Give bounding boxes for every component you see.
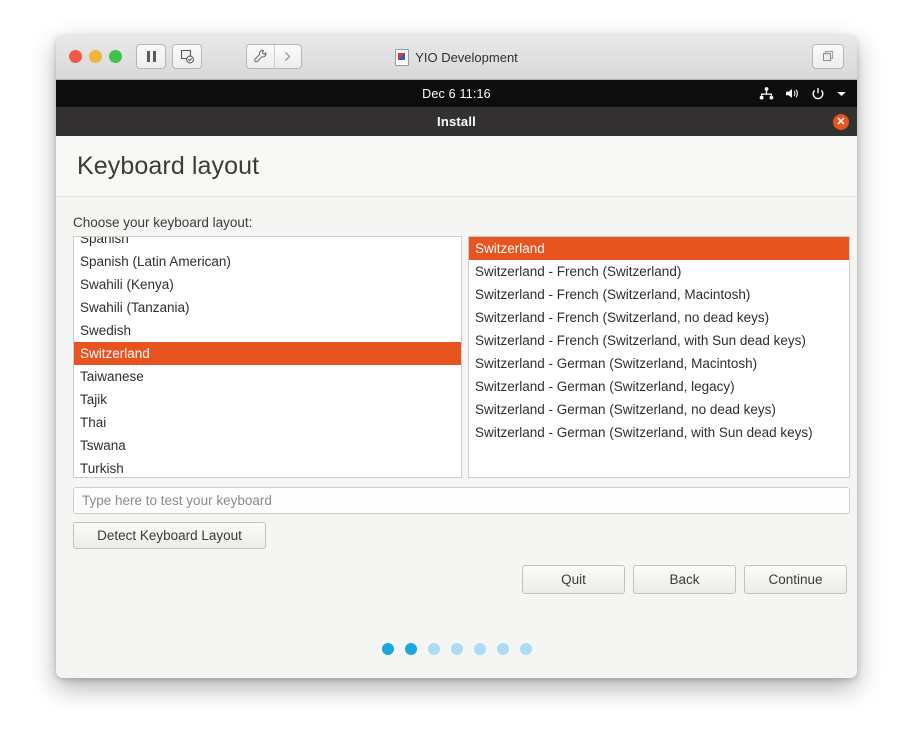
list-item[interactable]: Tajik	[74, 388, 461, 411]
list-item[interactable]: Switzerland - French (Switzerland, Macin…	[469, 283, 849, 306]
installer-body: Keyboard layout Choose your keyboard lay…	[56, 136, 857, 678]
progress-dot	[519, 643, 532, 655]
progress-dot	[473, 643, 486, 655]
vm-file-icon	[395, 48, 410, 66]
list-item[interactable]: Tswana	[74, 434, 461, 457]
vm-window: YIO Development Dec 6 11:16 Install ✕ Ke…	[56, 35, 857, 678]
list-item[interactable]: Spanish	[74, 237, 461, 250]
installer-window-title: Install	[437, 114, 476, 129]
progress-dot	[450, 643, 463, 655]
chevron-right-icon[interactable]	[275, 45, 302, 68]
list-item[interactable]: Switzerland - French (Switzerland)	[469, 260, 849, 283]
progress-dot	[496, 643, 509, 655]
list-item[interactable]: Switzerland	[74, 342, 461, 365]
progress-dot	[427, 643, 440, 655]
wrench-glyph	[253, 49, 267, 63]
pause-glyph	[146, 51, 156, 62]
fullscreen-windows-icon[interactable]	[812, 44, 844, 69]
navigation-buttons: Quit Back Continue	[522, 565, 847, 594]
ubuntu-top-panel: Dec 6 11:16	[56, 80, 857, 107]
window-maximize-button[interactable]	[109, 50, 122, 63]
list-item[interactable]: Switzerland - French (Switzerland, with …	[469, 329, 849, 352]
keyboard-layout-list-items: Spanish Spanish (Latin American) Swahili (…	[74, 237, 461, 477]
list-item[interactable]: Switzerland - German (Switzerland, no de…	[469, 398, 849, 421]
keyboard-test-input[interactable]	[73, 487, 850, 514]
progress-dot	[381, 643, 394, 655]
page-title: Keyboard layout	[77, 151, 260, 180]
close-icon[interactable]: ✕	[833, 114, 849, 130]
snapshot-glyph	[180, 49, 194, 64]
list-item[interactable]: Switzerland - French (Switzerland, no de…	[469, 306, 849, 329]
fullscreen-glyph	[822, 50, 833, 62]
list-item[interactable]: Swahili (Kenya)	[74, 273, 461, 296]
continue-button[interactable]: Continue	[744, 565, 847, 594]
list-item[interactable]: Switzerland	[469, 237, 849, 260]
network-icon[interactable]	[759, 87, 774, 100]
choose-layout-label: Choose your keyboard layout:	[73, 215, 253, 230]
chevron-right-glyph	[285, 52, 291, 61]
chevron-down-icon[interactable]	[836, 90, 847, 98]
panel-clock[interactable]: Dec 6 11:16	[56, 80, 857, 107]
list-item[interactable]: Spanish (Latin American)	[74, 250, 461, 273]
wrench-icon[interactable]	[247, 45, 275, 68]
list-item[interactable]: Switzerland - German (Switzerland, with …	[469, 421, 849, 444]
vm-title-text: YIO Development	[415, 49, 518, 65]
list-item[interactable]: Swedish	[74, 319, 461, 342]
installer-titlebar: Install ✕	[56, 107, 857, 136]
list-item[interactable]: Swahili (Tanzania)	[74, 296, 461, 319]
window-close-button[interactable]	[69, 50, 82, 63]
window-minimize-button[interactable]	[89, 50, 102, 63]
power-icon[interactable]	[811, 87, 825, 101]
list-item[interactable]: Switzerland - German (Switzerland, legac…	[469, 375, 849, 398]
pause-icon[interactable]	[136, 44, 166, 69]
list-item[interactable]: Thai	[74, 411, 461, 434]
keyboard-variant-list-items: Switzerland Switzerland - French (Switzer…	[469, 237, 849, 444]
vm-tools-group	[246, 44, 302, 69]
list-item[interactable]: Turkish	[74, 457, 461, 477]
quit-button[interactable]: Quit	[522, 565, 625, 594]
progress-dot	[404, 643, 417, 655]
panel-indicators	[759, 80, 847, 107]
back-button[interactable]: Back	[633, 565, 736, 594]
keyboard-variant-list[interactable]: Switzerland Switzerland - French (Switzer…	[468, 236, 850, 478]
vm-toolbar: YIO Development	[56, 35, 857, 80]
snapshot-icon[interactable]	[172, 44, 202, 69]
list-item[interactable]: Switzerland - German (Switzerland, Macin…	[469, 352, 849, 375]
progress-dots	[56, 643, 857, 655]
detect-keyboard-layout-button[interactable]: Detect Keyboard Layout	[73, 522, 266, 549]
list-item[interactable]: Taiwanese	[74, 365, 461, 388]
keyboard-layout-list[interactable]: Spanish Spanish (Latin American) Swahili (…	[73, 236, 462, 478]
volume-icon[interactable]	[785, 87, 800, 100]
page-header: Keyboard layout	[56, 136, 857, 197]
